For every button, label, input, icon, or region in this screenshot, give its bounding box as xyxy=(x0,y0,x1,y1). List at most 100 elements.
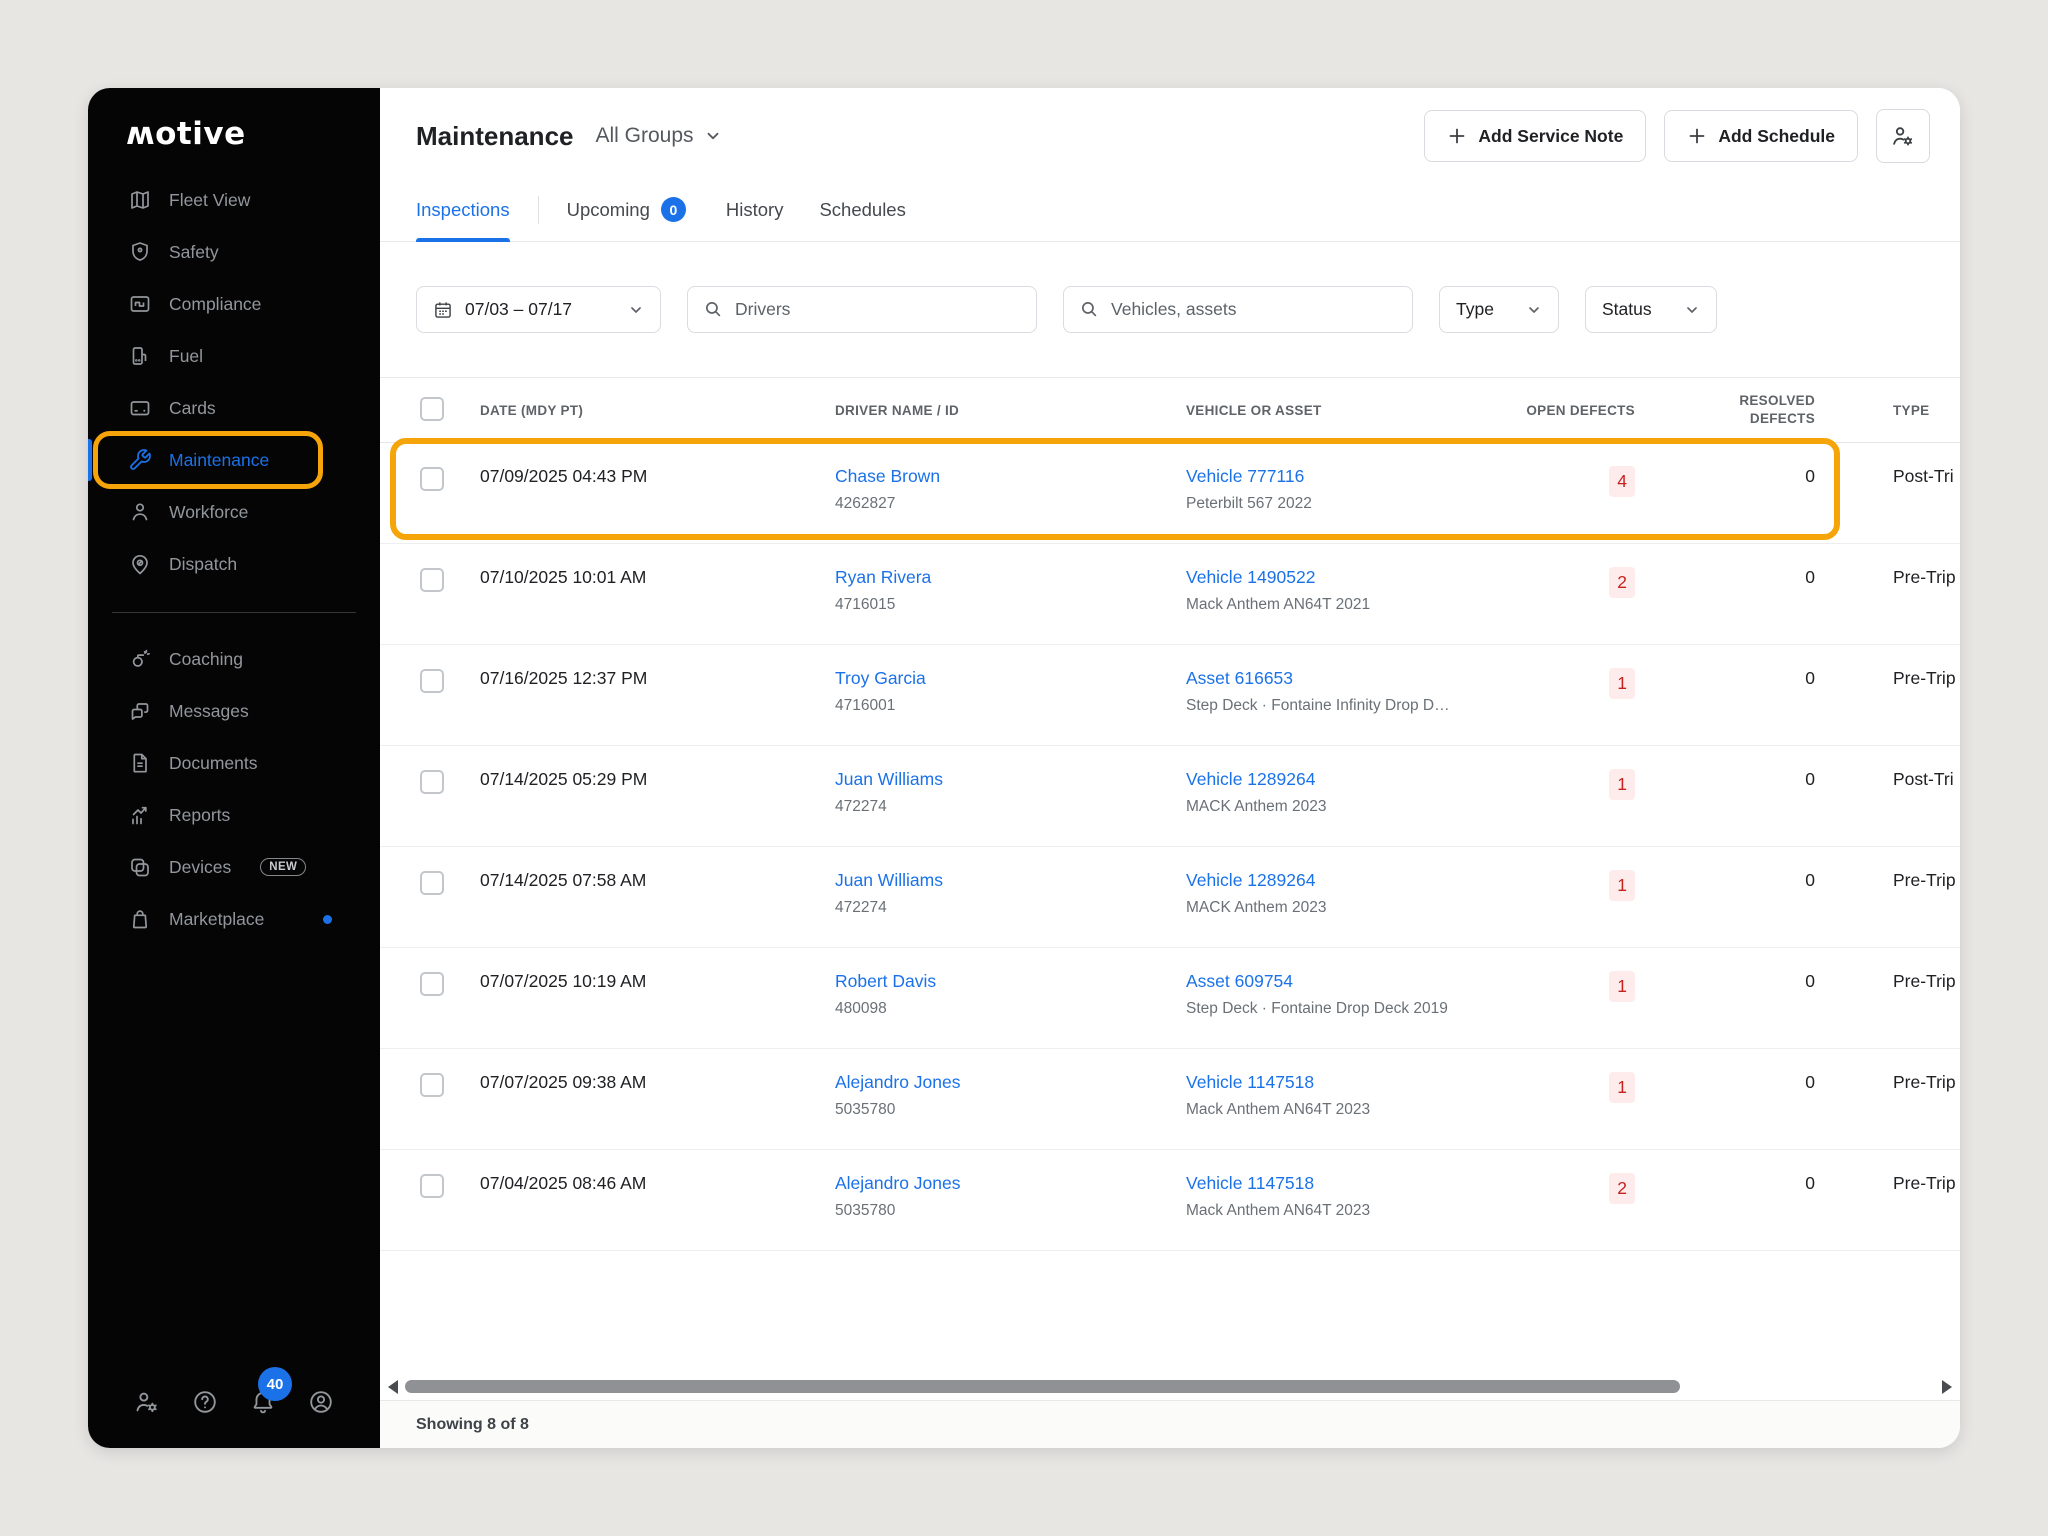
inspection-date: 07/16/2025 12:37 PM xyxy=(480,668,835,745)
driver-link[interactable]: Alejandro Jones xyxy=(835,1173,961,1193)
add-service-note-button[interactable]: Add Service Note xyxy=(1424,110,1646,162)
sidebar-item-reports[interactable]: Reports xyxy=(88,789,380,841)
driver-link[interactable]: Chase Brown xyxy=(835,466,940,486)
sidebar-item-dispatch[interactable]: Dispatch xyxy=(88,538,380,590)
vehicle-link[interactable]: Vehicle 1289264 xyxy=(1186,870,1315,890)
driver-link[interactable]: Juan Williams xyxy=(835,870,943,890)
vehicle-link[interactable]: Vehicle 1490522 xyxy=(1186,567,1315,587)
table-row[interactable]: 07/14/2025 07:58 AM Juan Williams472274 … xyxy=(380,847,1960,948)
resolved-defects-count: 0 xyxy=(1635,1072,1815,1149)
row-checkbox[interactable] xyxy=(420,669,444,693)
driver-link[interactable]: Troy Garcia xyxy=(835,668,926,688)
sidebar-divider xyxy=(112,612,356,613)
sidebar-item-coaching[interactable]: Coaching xyxy=(88,633,380,685)
admin-settings-button[interactable] xyxy=(130,1385,164,1419)
scrollbar-thumb[interactable] xyxy=(405,1380,1680,1393)
table-row[interactable]: 07/09/2025 04:43 PM Chase Brown4262827 V… xyxy=(380,443,1960,544)
type-filter[interactable]: Type xyxy=(1439,286,1559,333)
vehicle-link[interactable]: Vehicle 777116 xyxy=(1186,466,1304,486)
horizontal-scrollbar[interactable] xyxy=(380,1374,1960,1400)
driver-id: 472274 xyxy=(835,899,1186,917)
header-actions: Add Service Note Add Schedule xyxy=(1424,109,1930,163)
sidebar-item-documents[interactable]: Documents xyxy=(88,737,380,789)
resolved-defects-count: 0 xyxy=(1635,769,1815,846)
tab-upcoming[interactable]: Upcoming 0 xyxy=(567,178,686,241)
driver-link[interactable]: Alejandro Jones xyxy=(835,1072,961,1092)
row-checkbox[interactable] xyxy=(420,871,444,895)
sidebar-item-devices[interactable]: Devices NEW xyxy=(88,841,380,893)
content-spacer xyxy=(380,1251,1960,1374)
vehicle-desc: Mack Anthem AN64T 2023 xyxy=(1186,1101,1495,1119)
row-checkbox[interactable] xyxy=(420,1073,444,1097)
table-row[interactable]: 07/07/2025 10:19 AM Robert Davis480098 A… xyxy=(380,948,1960,1049)
chevron-down-icon xyxy=(1684,302,1700,318)
account-icon xyxy=(307,1388,335,1416)
column-header-vehicle: VEHICLE OR ASSET xyxy=(1186,403,1495,418)
open-defects-badge: 4 xyxy=(1609,466,1635,497)
vehicle-link[interactable]: Vehicle 1289264 xyxy=(1186,769,1315,789)
tab-label: Schedules xyxy=(819,199,905,221)
sidebar-nav-primary: Fleet View Safety Compliance Fuel Cards xyxy=(88,174,380,590)
row-checkbox[interactable] xyxy=(420,1174,444,1198)
table-row[interactable]: 07/10/2025 10:01 AM Ryan Rivera4716015 V… xyxy=(380,544,1960,645)
add-schedule-button[interactable]: Add Schedule xyxy=(1664,110,1858,162)
date-range-filter[interactable]: 07/03 – 07/17 xyxy=(416,286,661,333)
row-checkbox[interactable] xyxy=(420,770,444,794)
drivers-search[interactable] xyxy=(687,286,1037,333)
map-icon xyxy=(128,188,152,212)
tab-schedules[interactable]: Schedules xyxy=(819,178,905,241)
status-filter[interactable]: Status xyxy=(1585,286,1717,333)
sidebar-item-maintenance[interactable]: Maintenance xyxy=(88,434,380,486)
table-row[interactable]: 07/07/2025 09:38 AM Alejandro Jones50357… xyxy=(380,1049,1960,1150)
vehicle-desc: Mack Anthem AN64T 2021 xyxy=(1186,596,1495,614)
sidebar-item-messages[interactable]: Messages xyxy=(88,685,380,737)
sidebar-item-compliance[interactable]: Compliance xyxy=(88,278,380,330)
row-checkbox[interactable] xyxy=(420,568,444,592)
chevron-down-icon xyxy=(628,302,644,318)
sidebar-item-fleet-view[interactable]: Fleet View xyxy=(88,174,380,226)
sidebar-item-label: Fuel xyxy=(169,346,203,367)
notifications-button[interactable]: 40 xyxy=(246,1385,280,1419)
column-header-driver: DRIVER NAME / ID xyxy=(835,403,1186,418)
sidebar-item-label: Messages xyxy=(169,701,249,722)
sidebar-item-cards[interactable]: Cards xyxy=(88,382,380,434)
driver-link[interactable]: Robert Davis xyxy=(835,971,936,991)
driver-link[interactable]: Juan Williams xyxy=(835,769,943,789)
desktop-background: ʍotive Fleet View Safety Compliance Fuel… xyxy=(0,0,2048,1536)
sidebar-item-label: Maintenance xyxy=(169,450,269,471)
calendar-icon xyxy=(433,300,453,320)
sidebar-item-label: Documents xyxy=(169,753,258,774)
tab-history[interactable]: History xyxy=(726,178,784,241)
help-icon xyxy=(191,1388,219,1416)
help-button[interactable] xyxy=(188,1385,222,1419)
vehicle-link[interactable]: Vehicle 1147518 xyxy=(1186,1072,1314,1092)
page-header: Maintenance All Groups Add Service Note … xyxy=(380,88,1960,178)
vehicle-link[interactable]: Vehicle 1147518 xyxy=(1186,1173,1314,1193)
row-checkbox[interactable] xyxy=(420,467,444,491)
sidebar-item-marketplace[interactable]: Marketplace xyxy=(88,893,380,945)
inspection-type: Post-Tri xyxy=(1815,466,1960,543)
select-all-checkbox[interactable] xyxy=(420,397,444,421)
sidebar-item-safety[interactable]: Safety xyxy=(88,226,380,278)
row-checkbox[interactable] xyxy=(420,972,444,996)
sidebar-item-fuel[interactable]: Fuel xyxy=(88,330,380,382)
vehicle-link[interactable]: Asset 616653 xyxy=(1186,668,1293,688)
sidebar-item-workforce[interactable]: Workforce xyxy=(88,486,380,538)
scroll-right-arrow-icon[interactable] xyxy=(1942,1380,1952,1394)
drivers-search-input[interactable] xyxy=(735,299,1020,320)
maintenance-settings-button[interactable] xyxy=(1876,109,1930,163)
account-button[interactable] xyxy=(304,1385,338,1419)
scroll-left-arrow-icon[interactable] xyxy=(388,1380,398,1394)
vehicle-link[interactable]: Asset 609754 xyxy=(1186,971,1293,991)
tab-inspections[interactable]: Inspections xyxy=(416,178,510,241)
vehicles-search[interactable] xyxy=(1063,286,1413,333)
motive-logo: ʍotive xyxy=(88,114,380,154)
sidebar: ʍotive Fleet View Safety Compliance Fuel… xyxy=(88,88,380,1448)
table-row[interactable]: 07/14/2025 05:29 PM Juan Williams472274 … xyxy=(380,746,1960,847)
driver-link[interactable]: Ryan Rivera xyxy=(835,567,931,587)
table-row[interactable]: 07/04/2025 08:46 AM Alejandro Jones50357… xyxy=(380,1150,1960,1251)
vehicles-search-input[interactable] xyxy=(1111,299,1396,320)
notification-count-badge: 40 xyxy=(258,1367,292,1401)
table-row[interactable]: 07/16/2025 12:37 PM Troy Garcia4716001 A… xyxy=(380,645,1960,746)
group-selector[interactable]: All Groups xyxy=(596,124,722,148)
